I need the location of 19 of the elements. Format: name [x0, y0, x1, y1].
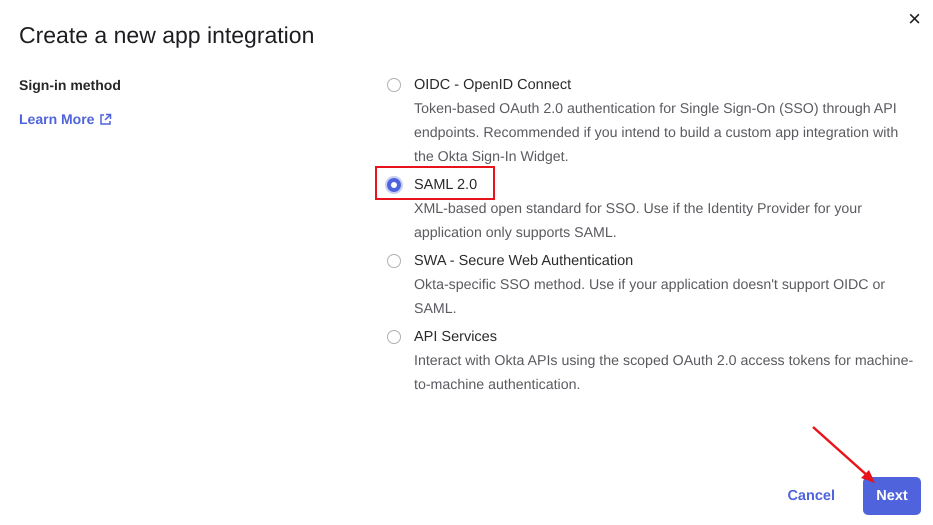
radio-button[interactable]: [387, 330, 401, 344]
dialog-title: Create a new app integration: [19, 22, 314, 49]
radio-button[interactable]: [387, 178, 401, 192]
option-description: XML-based open standard for SSO. Use if the Identity Provider for your application only supports SAML.: [414, 200, 863, 243]
radio-button[interactable]: [387, 254, 401, 268]
close-button[interactable]: ×: [908, 8, 921, 30]
option-description: Okta-specific SSO method. Use if your application doesn't support OIDC or SAML.: [414, 276, 886, 319]
cancel-button[interactable]: Cancel: [781, 487, 841, 505]
external-link-icon: [99, 112, 112, 126]
option-label[interactable]: OIDC - OpenID Connect: [414, 77, 572, 93]
option-label[interactable]: SAML 2.0: [414, 177, 478, 193]
radio-button[interactable]: [387, 78, 401, 92]
option-label[interactable]: SWA - Secure Web Authentication: [414, 253, 634, 269]
learn-more-link[interactable]: Learn More: [19, 111, 112, 127]
option-label[interactable]: API Services: [414, 329, 497, 345]
field-label: Sign-in method: [19, 77, 122, 93]
option-description: Token-based OAuth 2.0 authentication for Single Sign-On (SSO) through API endpoints. Recommended if you intend to build a custom app integration with the Okta Sign-In Widget.: [414, 100, 900, 167]
option-description: Interact with Okta APIs using the scoped OAuth 2.0 access tokens for machine-to-machine authentication.: [414, 352, 914, 395]
next-button[interactable]: Next: [863, 477, 921, 515]
